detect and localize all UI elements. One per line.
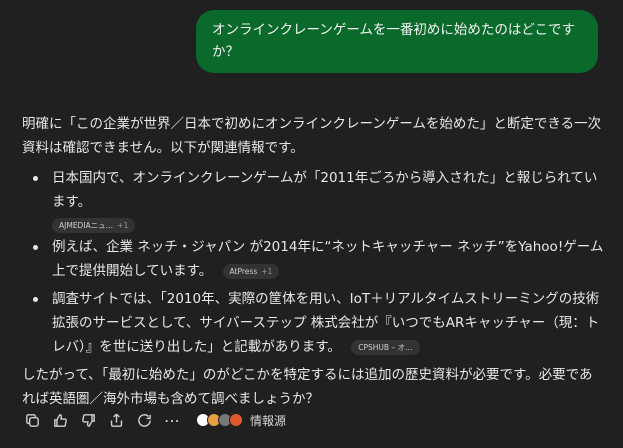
source-chip-cpshub[interactable]: CPSHUB – オ…: [351, 339, 420, 355]
source-chip-count: +1: [117, 221, 129, 230]
assistant-answer: 明確に「この企業が世界／日本で初めにオンラインクレーンゲームを始めた」と断定でき…: [22, 112, 605, 411]
source-favicon-icon: [229, 413, 243, 427]
source-chip-label: AJMEDIAニュ…: [59, 221, 114, 230]
bullet-text: 例えば、企業 ネッチ・ジャパン が2014年に“ネットキャッチャー ネッチ”をY…: [52, 239, 604, 279]
user-message-bubble: オンラインクレーンゲームを一番初めに始めたのはどこですか？: [196, 10, 598, 73]
message-action-toolbar: ⋯ 情報源: [22, 408, 286, 432]
regenerate-button[interactable]: [134, 410, 154, 430]
source-chip-label: CPSHUB – オ…: [358, 342, 413, 352]
share-icon: [110, 413, 122, 427]
source-chip-ajmedia[interactable]: AJMEDIAニュ… +1: [52, 218, 136, 233]
copy-button[interactable]: [22, 410, 42, 430]
more-icon: ⋯: [164, 410, 180, 430]
refresh-icon: [137, 413, 151, 427]
answer-bullet-2: 例えば、企業 ネッチ・ジャパン が2014年に“ネットキャッチャー ネッチ”をY…: [22, 235, 605, 283]
bullet-text: 調査サイトでは、「2010年、実際の筐体を用い、IoT＋リアルタイムストリーミン…: [52, 291, 600, 355]
answer-bullet-3: 調査サイトでは、「2010年、実際の筐体を用い、IoT＋リアルタイムストリーミン…: [22, 287, 605, 359]
thumbs-up-button[interactable]: [50, 410, 70, 430]
more-options-button[interactable]: ⋯: [162, 410, 182, 430]
thumbs-down-button[interactable]: [78, 410, 98, 430]
user-message-text: オンラインクレーンゲームを一番初めに始めたのはどこですか？: [212, 22, 576, 60]
sources-button[interactable]: 情報源: [196, 412, 286, 429]
answer-bullet-list: 日本国内で、オンラインクレーンゲームが「2011年ごろから導入された」と報じられ…: [22, 166, 605, 214]
answer-bullet-list-2: 例えば、企業 ネッチ・ジャパン が2014年に“ネットキャッチャー ネッチ”をY…: [22, 235, 605, 359]
bullet-text: 日本国内で、オンラインクレーンゲームが「2011年ごろから導入された」と報じられ…: [52, 170, 598, 210]
source-chip-count: +1: [261, 266, 273, 276]
sources-label: 情報源: [250, 413, 287, 428]
source-chip-atpress[interactable]: AtPress +1: [222, 263, 280, 279]
answer-bullet-1: 日本国内で、オンラインクレーンゲームが「2011年ごろから導入された」と報じられ…: [22, 166, 605, 214]
answer-intro: 明確に「この企業が世界／日本で初めにオンラインクレーンゲームを始めた」と断定でき…: [22, 116, 602, 156]
thumbs-down-icon: [81, 413, 95, 427]
copy-icon: [25, 413, 39, 427]
thumbs-up-icon: [53, 413, 67, 427]
source-chip-label: AtPress: [229, 266, 258, 276]
answer-conclusion: したがって、「最初に始めた」のがどこかを特定するには追加の歴史資料が必要です。必…: [22, 367, 593, 407]
share-button[interactable]: [106, 410, 126, 430]
